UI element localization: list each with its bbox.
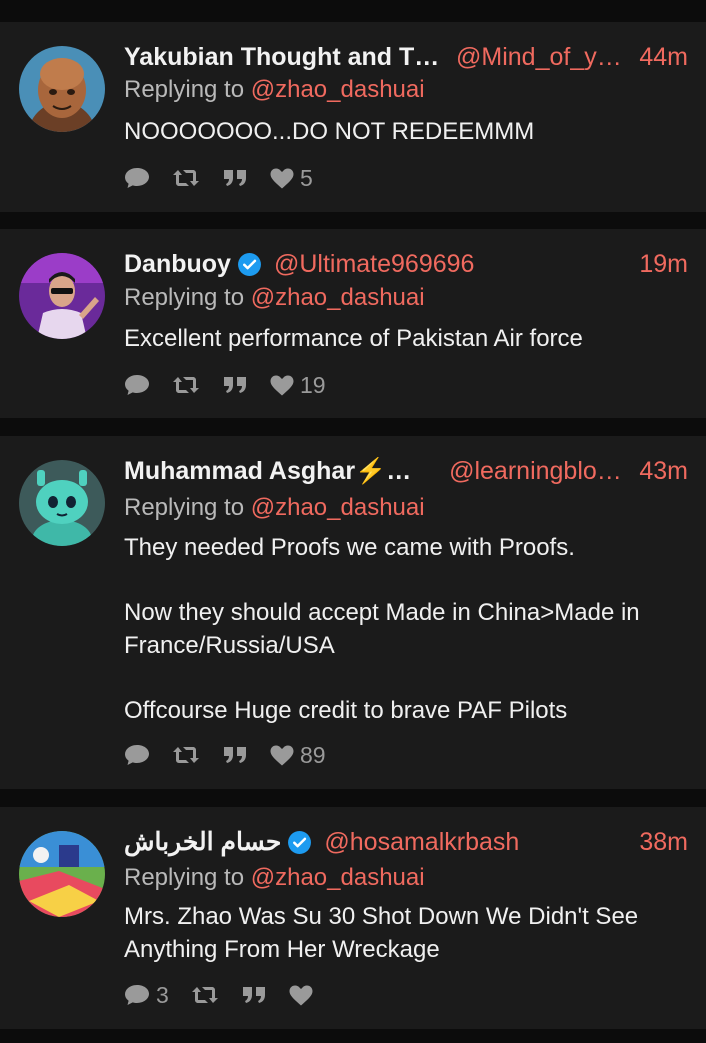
display-name[interactable]: Danbuoy (124, 250, 231, 279)
quote-button[interactable] (241, 985, 267, 1005)
tweet-header: حسام الخرباش @hosamalkrbash 38m (124, 825, 688, 859)
tweet-paragraph: They needed Proofs we came with Proofs. (124, 534, 575, 561)
replying-line: Replying to @zhao_dashuai (124, 864, 425, 892)
like-button[interactable]: 19 (270, 372, 326, 399)
reply-count: 3 (156, 981, 169, 1008)
retweet-button[interactable] (172, 168, 200, 188)
heart-icon (270, 375, 294, 395)
quote-icon (224, 170, 246, 186)
reply-icon (125, 375, 149, 395)
avatar[interactable] (19, 831, 105, 917)
colorful-illustration-avatar-icon (19, 831, 105, 917)
tweet-header: Danbuoy @Ultimate969696 19m (124, 247, 688, 281)
quote-button[interactable] (222, 375, 248, 395)
retweet-button[interactable] (172, 375, 200, 395)
replying-label: Replying to (124, 76, 245, 103)
reply-icon (125, 745, 149, 765)
tweet-card[interactable]: Yakubian Thought and The… @Mind_of_ya… 4… (0, 22, 706, 212)
quote-button[interactable] (222, 168, 248, 188)
retweet-icon (191, 987, 218, 1003)
verified-badge-icon (237, 252, 262, 277)
like-button[interactable] (289, 985, 313, 1006)
action-bar: 89 (124, 740, 348, 770)
tweet-paragraph: Offcourse Huge credit to brave PAF Pilot… (124, 696, 568, 724)
replying-line: Replying to @zhao_dashuai (124, 494, 425, 522)
retweet-icon (173, 170, 199, 186)
tweet-header: Yakubian Thought and The… @Mind_of_ya… 4… (124, 40, 688, 74)
quote-icon (224, 747, 246, 763)
retweet-icon (173, 747, 199, 763)
avatar[interactable] (19, 460, 105, 546)
retweet-button[interactable] (172, 745, 200, 765)
action-bar: 19 (124, 370, 348, 400)
heart-icon (270, 168, 294, 188)
tweet-card[interactable]: Muhammad Asghar⚡💵 … @learningbloc… 43m R… (0, 436, 706, 789)
user-handle[interactable]: @learningbloc… (449, 457, 627, 486)
reply-icon (125, 985, 149, 1005)
replying-label: Replying to (124, 494, 245, 521)
quote-icon (224, 377, 246, 393)
reply-to-handle[interactable]: @zhao_dashuai (251, 864, 425, 891)
avatar[interactable] (19, 46, 105, 132)
like-button[interactable]: 89 (270, 742, 326, 769)
reply-button[interactable]: 3 (124, 982, 169, 1009)
reply-to-handle[interactable]: @zhao_dashuai (251, 494, 425, 521)
replying-line: Replying to @zhao_dashuai (124, 76, 425, 104)
timestamp[interactable]: 19m (639, 250, 688, 279)
quote-icon (242, 987, 265, 1003)
user-handle[interactable]: @Ultimate969696 (274, 250, 627, 279)
like-count: 19 (300, 371, 326, 398)
replying-label: Replying to (124, 284, 245, 311)
tweet-header: Muhammad Asghar⚡💵 … @learningbloc… 43m (124, 454, 688, 488)
timestamp[interactable]: 38m (639, 828, 688, 857)
reply-to-handle[interactable]: @zhao_dashuai (251, 76, 425, 103)
tweet-text: NOOOOOOO...DO NOT REDEEMMM (124, 116, 682, 149)
replying-label: Replying to (124, 864, 245, 891)
quote-button[interactable] (222, 745, 248, 765)
tweet-paragraph: Mrs. Zhao Was Su 30 Shot Down We Didn't … (124, 903, 639, 963)
like-button[interactable]: 5 (270, 165, 313, 192)
robot-avatar-icon (19, 460, 105, 546)
like-count: 89 (300, 741, 326, 768)
timestamp[interactable]: 44m (639, 43, 688, 72)
user-handle[interactable]: @Mind_of_ya… (456, 43, 627, 72)
display-name[interactable]: حسام الخرباش (124, 827, 281, 857)
display-name[interactable]: Yakubian Thought and The… (124, 43, 444, 72)
reply-to-handle[interactable]: @zhao_dashuai (251, 284, 425, 311)
timestamp[interactable]: 43m (639, 457, 688, 486)
like-count: 5 (300, 164, 313, 191)
tweet-paragraph: Excellent performance of Pakistan Air fo… (124, 325, 583, 352)
heart-icon (289, 985, 313, 1005)
tweet-paragraph: NOOOOOOO...DO NOT REDEEMMM (124, 118, 535, 145)
user-handle[interactable]: @hosamalkrbash (324, 828, 627, 857)
retweet-button[interactable] (191, 985, 219, 1005)
reply-feed: Yakubian Thought and The… @Mind_of_ya… 4… (0, 0, 706, 1043)
bald-man-avatar-icon (19, 46, 105, 132)
tweet-card[interactable]: حسام الخرباش @hosamalkrbash 38m Replying… (0, 807, 706, 1029)
tweet-card[interactable]: Danbuoy @Ultimate969696 19m Replying to … (0, 229, 706, 418)
action-bar: 3 (124, 980, 335, 1010)
verified-badge-icon (287, 830, 312, 855)
action-bar: 5 (124, 163, 335, 193)
tweet-text: Mrs. Zhao Was Su 30 Shot Down We Didn't … (124, 901, 682, 966)
replying-line: Replying to @zhao_dashuai (124, 284, 425, 312)
tweet-text: Excellent performance of Pakistan Air fo… (124, 323, 682, 356)
reply-button[interactable] (124, 374, 150, 396)
retweet-icon (173, 377, 199, 393)
tweet-paragraph: Now they should accept Made in China>Mad… (124, 599, 640, 659)
reply-icon (125, 168, 149, 188)
reply-button[interactable] (124, 744, 150, 766)
tweet-text: They needed Proofs we came with Proofs. … (124, 532, 682, 727)
display-name[interactable]: Muhammad Asghar⚡💵 … (124, 457, 437, 486)
avatar[interactable] (19, 253, 105, 339)
reply-button[interactable] (124, 167, 150, 189)
man-sunglasses-avatar-icon (19, 253, 105, 339)
heart-icon (270, 745, 294, 765)
